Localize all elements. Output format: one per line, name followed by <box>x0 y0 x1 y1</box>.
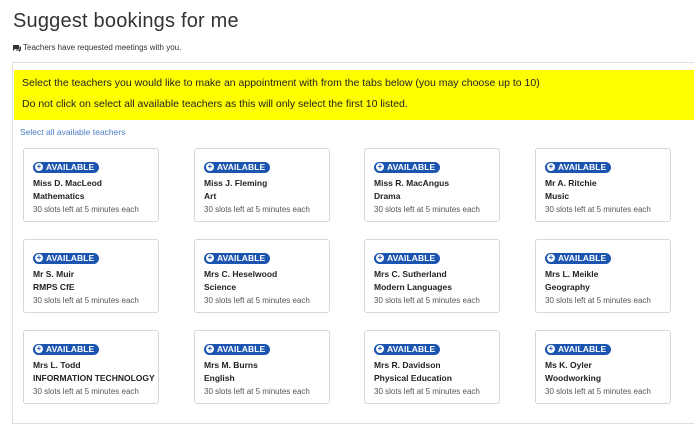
available-badge[interactable]: + AVAILABLE <box>33 252 100 264</box>
available-badge[interactable]: + AVAILABLE <box>33 343 100 355</box>
teacher-subject: Mathematics <box>33 191 85 201</box>
plus-icon: + <box>206 253 214 262</box>
teacher-name: Mr A. Ritchie <box>545 178 597 188</box>
badge-label: AVAILABLE <box>558 252 607 263</box>
teacher-slots: 30 slots left at 5 minutes each <box>33 205 139 214</box>
teacher-subject: Physical Education <box>374 373 452 383</box>
teacher-slots: 30 slots left at 5 minutes each <box>545 296 651 305</box>
notice-line-2: Do not click on select all available tea… <box>22 98 408 110</box>
badge-label: AVAILABLE <box>387 343 436 354</box>
plus-icon: + <box>376 344 384 353</box>
badge-label: AVAILABLE <box>217 343 266 354</box>
teacher-slots: 30 slots left at 5 minutes each <box>33 296 139 305</box>
plus-icon: + <box>35 344 43 353</box>
available-badge[interactable]: + AVAILABLE <box>204 161 271 173</box>
teacher-slots: 30 slots left at 5 minutes each <box>204 205 310 214</box>
teacher-card[interactable]: + AVAILABLE Mrs L. Todd INFORMATION TECHNOL… <box>23 330 159 404</box>
select-all-link[interactable]: Select all available teachers <box>20 127 125 137</box>
badge-label: AVAILABLE <box>217 161 266 172</box>
plus-icon: + <box>35 162 43 171</box>
teacher-card[interactable]: + AVAILABLE Miss R. MacAngus Drama 30 slots … <box>364 148 500 222</box>
available-badge[interactable]: + AVAILABLE <box>374 343 441 355</box>
teacher-slots: 30 slots left at 5 minutes each <box>374 387 480 396</box>
teacher-name: Mr S. Muir <box>33 269 75 279</box>
badge-label: AVAILABLE <box>558 161 607 172</box>
available-badge[interactable]: + AVAILABLE <box>374 252 441 264</box>
plus-icon: + <box>376 162 384 171</box>
teacher-subject: Science <box>204 282 237 292</box>
teacher-card[interactable]: + AVAILABLE Mrs C. Heselwood Science 30 slot… <box>194 239 330 313</box>
teacher-card[interactable]: + AVAILABLE Miss J. Fleming Art 30 slots lef… <box>194 148 330 222</box>
badge-label: AVAILABLE <box>46 252 95 263</box>
notice-line-1: Select the teachers you would like to ma… <box>22 77 540 89</box>
plus-icon: + <box>547 253 555 262</box>
teacher-card[interactable]: + AVAILABLE Miss D. MacLeod Mathematics 30 s… <box>23 148 159 222</box>
available-badge[interactable]: + AVAILABLE <box>33 161 100 173</box>
teacher-slots: 30 slots left at 5 minutes each <box>204 296 310 305</box>
teacher-subject: Modern Languages <box>374 282 452 292</box>
teacher-card[interactable]: + AVAILABLE Ms K. Oyler Woodworking 30 slots… <box>535 330 671 404</box>
teacher-slots: 30 slots left at 5 minutes each <box>374 296 480 305</box>
plus-icon: + <box>547 344 555 353</box>
plus-icon: + <box>35 253 43 262</box>
teacher-card[interactable]: + AVAILABLE Mrs R. Davidson Physical Educat… <box>364 330 500 404</box>
teacher-subject: Music <box>545 191 570 201</box>
teacher-name: Mrs C. Sutherland <box>374 269 447 279</box>
teacher-name: Miss R. MacAngus <box>374 178 450 188</box>
teacher-subject: Drama <box>374 191 401 201</box>
teacher-name: Miss J. Fleming <box>204 178 268 188</box>
plus-icon: + <box>206 344 214 353</box>
subtitle-text: Teachers have requested meetings with yo… <box>23 43 182 52</box>
teacher-slots: 30 slots left at 5 minutes each <box>545 387 651 396</box>
plus-icon: + <box>376 253 384 262</box>
teacher-subject: English <box>204 373 235 383</box>
page-title: Suggest bookings for me <box>13 10 239 32</box>
plus-icon: + <box>206 162 214 171</box>
teacher-slots: 30 slots left at 5 minutes each <box>204 387 310 396</box>
teacher-slots: 30 slots left at 5 minutes each <box>374 205 480 214</box>
badge-label: AVAILABLE <box>46 343 95 354</box>
teacher-subject: RMPS CfE <box>33 282 75 292</box>
teacher-card[interactable]: + AVAILABLE Mrs C. Sutherland Modern Langua… <box>364 239 500 313</box>
teacher-name: Mrs C. Heselwood <box>204 269 278 279</box>
available-badge[interactable]: + AVAILABLE <box>545 343 612 355</box>
available-badge[interactable]: + AVAILABLE <box>545 252 612 264</box>
badge-label: AVAILABLE <box>558 343 607 354</box>
badge-label: AVAILABLE <box>217 252 266 263</box>
available-badge[interactable]: + AVAILABLE <box>204 252 271 264</box>
page-subtitle: Teachers have requested meetings with yo… <box>13 43 181 53</box>
notice-banner: Select the teachers you would like to ma… <box>14 70 694 120</box>
teacher-card[interactable]: + AVAILABLE Mrs M. Burns English 30 slots le… <box>194 330 330 404</box>
teacher-name: Mrs R. Davidson <box>374 360 441 370</box>
teacher-name: Mrs L. Todd <box>33 360 81 370</box>
teacher-name: Mrs M. Burns <box>204 360 258 370</box>
teacher-subject: Woodworking <box>545 373 602 383</box>
teacher-card[interactable]: + AVAILABLE Mrs L. Meikle Geography 30 slots… <box>535 239 671 313</box>
teacher-name: Miss D. MacLeod <box>33 178 102 188</box>
teacher-subject: INFORMATION TECHNOLOGY <box>33 373 155 383</box>
badge-label: AVAILABLE <box>387 252 436 263</box>
plus-icon: + <box>547 162 555 171</box>
teacher-subject: Art <box>204 191 217 201</box>
teacher-card[interactable]: + AVAILABLE Mr A. Ritchie Music 30 slots lef… <box>535 148 671 222</box>
teacher-name: Ms K. Oyler <box>545 360 592 370</box>
badge-label: AVAILABLE <box>46 161 95 172</box>
available-badge[interactable]: + AVAILABLE <box>374 161 441 173</box>
badge-label: AVAILABLE <box>387 161 436 172</box>
available-badge[interactable]: + AVAILABLE <box>545 161 612 173</box>
teacher-subject: Geography <box>545 282 590 292</box>
teacher-card[interactable]: + AVAILABLE Mr S. Muir RMPS CfE 30 slots lef… <box>23 239 159 313</box>
teacher-slots: 30 slots left at 5 minutes each <box>33 387 139 396</box>
chat-icon <box>13 44 21 52</box>
teacher-name: Mrs L. Meikle <box>545 269 599 279</box>
teacher-slots: 30 slots left at 5 minutes each <box>545 205 651 214</box>
available-badge[interactable]: + AVAILABLE <box>204 343 271 355</box>
